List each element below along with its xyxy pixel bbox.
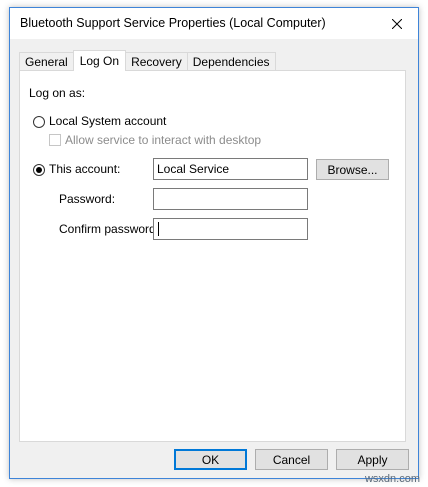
close-button[interactable] xyxy=(376,8,418,39)
this-account-label[interactable]: This account: xyxy=(49,162,120,176)
local-system-radio[interactable] xyxy=(33,116,45,128)
text-caret xyxy=(158,222,159,236)
log-on-panel: Log on as: Local System account Allow se… xyxy=(19,70,406,442)
close-icon xyxy=(392,18,402,29)
this-account-radio[interactable] xyxy=(33,164,45,176)
confirm-password-input[interactable] xyxy=(153,218,308,240)
tab-strip: General Log On Recovery Dependencies xyxy=(19,50,276,71)
tab-recovery[interactable]: Recovery xyxy=(125,52,188,70)
interact-desktop-checkbox[interactable] xyxy=(49,134,61,146)
watermark-text: wsxdn.com xyxy=(364,473,420,485)
local-system-label[interactable]: Local System account xyxy=(49,114,166,128)
tab-general[interactable]: General xyxy=(19,52,74,70)
tab-label: Recovery xyxy=(131,54,182,69)
browse-button[interactable]: Browse... xyxy=(316,159,389,180)
log-on-as-heading: Log on as: xyxy=(29,86,86,100)
tab-label: Dependencies xyxy=(192,54,270,69)
tab-label: Log On xyxy=(79,54,120,68)
window-title: Bluetooth Support Service Properties (Lo… xyxy=(20,16,326,30)
ok-button[interactable]: OK xyxy=(174,449,247,470)
password-label: Password: xyxy=(59,192,116,206)
password-input[interactable] xyxy=(153,188,308,210)
tab-dependencies[interactable]: Dependencies xyxy=(186,52,276,70)
tab-log-on[interactable]: Log On xyxy=(72,50,127,71)
properties-dialog: Bluetooth Support Service Properties (Lo… xyxy=(9,7,419,479)
confirm-password-label: Confirm password: xyxy=(59,222,160,236)
tab-label: General xyxy=(25,54,68,69)
account-input[interactable] xyxy=(153,158,308,180)
apply-button[interactable]: Apply xyxy=(336,449,409,470)
cancel-button[interactable]: Cancel xyxy=(255,449,328,470)
interact-desktop-label: Allow service to interact with desktop xyxy=(65,133,262,147)
title-bar[interactable]: Bluetooth Support Service Properties (Lo… xyxy=(10,8,418,39)
